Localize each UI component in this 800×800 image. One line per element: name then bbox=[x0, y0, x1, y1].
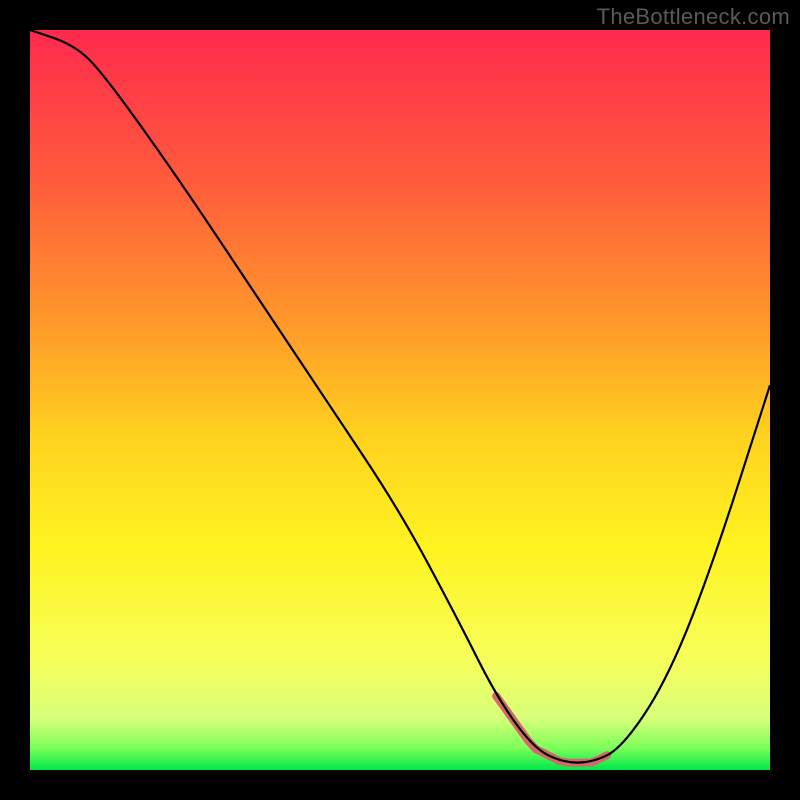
watermark-text: TheBottleneck.com bbox=[597, 4, 790, 30]
plot-background bbox=[30, 30, 770, 770]
bottleneck-chart bbox=[30, 30, 770, 770]
chart-frame: TheBottleneck.com bbox=[0, 0, 800, 800]
